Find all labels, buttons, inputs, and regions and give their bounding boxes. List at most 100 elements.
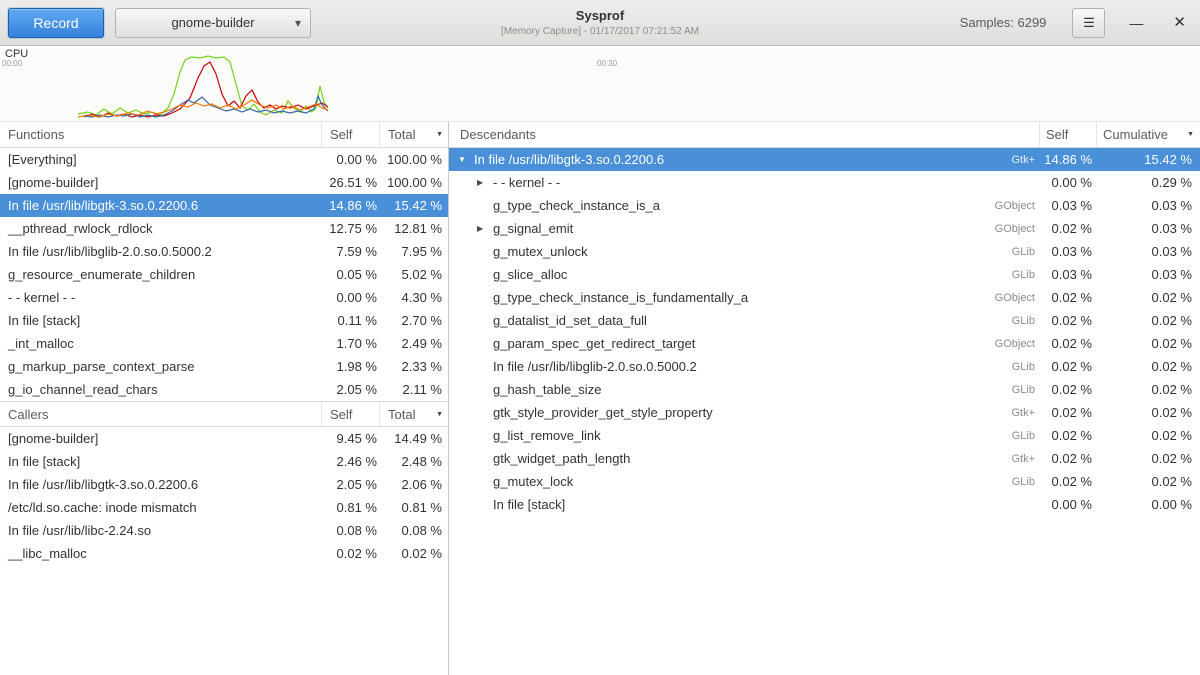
- cumulative-value: 0.03 %: [1097, 244, 1200, 259]
- caller-name: [gnome-builder]: [0, 431, 322, 446]
- table-row[interactable]: __pthread_rwlock_rdlock 12.75 % 12.81 %: [0, 217, 448, 240]
- table-row[interactable]: g_mutex_lock GLib 0.02 % 0.02 %: [449, 470, 1200, 493]
- cumulative-value: 0.02 %: [1097, 313, 1200, 328]
- total-value: 0.08 %: [380, 523, 448, 538]
- table-row-selected[interactable]: In file /usr/lib/libgtk-3.so.0.2200.6 14…: [0, 194, 448, 217]
- cumulative-value: 0.02 %: [1097, 336, 1200, 351]
- cumulative-value: 0.02 %: [1097, 451, 1200, 466]
- table-row[interactable]: g_datalist_id_set_data_full GLib 0.02 % …: [449, 309, 1200, 332]
- cumulative-value: 0.02 %: [1097, 382, 1200, 397]
- column-header-functions[interactable]: Functions: [0, 122, 322, 147]
- column-header-self[interactable]: Self: [322, 122, 380, 147]
- library-label: GLib: [1012, 430, 1040, 442]
- table-row[interactable]: __libc_malloc 0.02 % 0.02 %: [0, 542, 448, 565]
- function-name: _int_malloc: [0, 336, 322, 351]
- column-header-cumulative-label: Cumulative: [1103, 127, 1168, 142]
- cpu-timeline[interactable]: CPU 00:00 00:30: [0, 46, 1200, 122]
- library-label: GLib: [1012, 246, 1040, 258]
- table-row[interactable]: ▶ - - kernel - - 0.00 % 0.29 %: [449, 171, 1200, 194]
- table-row[interactable]: [gnome-builder] 9.45 % 14.49 %: [0, 427, 448, 450]
- expander-expanded-icon[interactable]: ▼: [458, 155, 474, 164]
- column-header-total[interactable]: Total ▼: [380, 402, 448, 426]
- table-row[interactable]: In file /usr/lib/libglib-2.0.so.0.5000.2…: [449, 355, 1200, 378]
- table-row[interactable]: g_resource_enumerate_children 0.05 % 5.0…: [0, 263, 448, 286]
- expander-collapsed-icon[interactable]: ▶: [477, 224, 493, 233]
- close-button[interactable]: ✕: [1173, 15, 1186, 30]
- table-row[interactable]: g_list_remove_link GLib 0.02 % 0.02 %: [449, 424, 1200, 447]
- cumulative-value: 0.00 %: [1097, 497, 1200, 512]
- hamburger-icon: ☰: [1083, 15, 1095, 31]
- self-value: 2.46 %: [322, 454, 380, 469]
- column-header-descendants[interactable]: Descendants: [449, 122, 1040, 147]
- function-name: In file /usr/lib/libgtk-3.so.0.2200.6: [474, 152, 664, 167]
- total-value: 2.33 %: [380, 359, 448, 374]
- table-row[interactable]: g_markup_parse_context_parse 1.98 % 2.33…: [0, 355, 448, 378]
- function-name: - - kernel - -: [493, 175, 560, 190]
- self-value: 0.11 %: [322, 313, 380, 328]
- table-row[interactable]: In file [stack] 2.46 % 2.48 %: [0, 450, 448, 473]
- column-header-total[interactable]: Total ▼: [380, 122, 448, 147]
- minimize-button[interactable]: —: [1129, 16, 1143, 30]
- column-header-self[interactable]: Self: [1040, 122, 1097, 147]
- self-value: 0.00 %: [1040, 497, 1097, 512]
- function-name: g_resource_enumerate_children: [0, 267, 322, 282]
- total-value: 14.49 %: [380, 431, 448, 446]
- table-row[interactable]: g_mutex_unlock GLib 0.03 % 0.03 %: [449, 240, 1200, 263]
- self-value: 0.02 %: [1040, 451, 1097, 466]
- table-row[interactable]: [Everything] 0.00 % 100.00 %: [0, 148, 448, 171]
- self-value: 0.02 %: [1040, 359, 1097, 374]
- table-row[interactable]: In file [stack] 0.00 % 0.00 %: [449, 493, 1200, 516]
- table-row[interactable]: In file /usr/lib/libc-2.24.so 0.08 % 0.0…: [0, 519, 448, 542]
- menu-button[interactable]: ☰: [1072, 8, 1105, 38]
- sort-indicator-icon: ▼: [436, 131, 443, 138]
- total-value: 4.30 %: [380, 290, 448, 305]
- cumulative-value: 15.42 %: [1097, 152, 1200, 167]
- cumulative-value: 0.02 %: [1097, 428, 1200, 443]
- function-name: [Everything]: [0, 152, 322, 167]
- table-row[interactable]: - - kernel - - 0.00 % 4.30 %: [0, 286, 448, 309]
- profile-selector-dropdown[interactable]: gnome-builder ▾: [115, 8, 311, 38]
- table-row[interactable]: In file /usr/lib/libgtk-3.so.0.2200.6 2.…: [0, 473, 448, 496]
- cpu-graph-canvas[interactable]: [0, 46, 1200, 122]
- table-row[interactable]: g_io_channel_read_chars 2.05 % 2.11 %: [0, 378, 448, 401]
- expander-collapsed-icon[interactable]: ▶: [477, 178, 493, 187]
- self-value: 0.03 %: [1040, 267, 1097, 282]
- self-value: 2.05 %: [322, 477, 380, 492]
- function-name: In file /usr/lib/libglib-2.0.so.0.5000.2: [0, 244, 322, 259]
- library-label: GLib: [1012, 384, 1040, 396]
- table-row[interactable]: g_param_spec_get_redirect_target GObject…: [449, 332, 1200, 355]
- cpu-line-orange: [78, 100, 328, 117]
- function-name: gtk_widget_path_length: [493, 451, 630, 466]
- table-row-selected[interactable]: ▼ In file /usr/lib/libgtk-3.so.0.2200.6 …: [449, 148, 1200, 171]
- column-header-callers[interactable]: Callers: [0, 402, 322, 426]
- table-row[interactable]: In file /usr/lib/libglib-2.0.so.0.5000.2…: [0, 240, 448, 263]
- table-row[interactable]: [gnome-builder] 26.51 % 100.00 %: [0, 171, 448, 194]
- library-label: Gtk+: [1011, 453, 1040, 465]
- function-name: __pthread_rwlock_rdlock: [0, 221, 322, 236]
- table-row[interactable]: _int_malloc 1.70 % 2.49 %: [0, 332, 448, 355]
- table-row[interactable]: /etc/ld.so.cache: inode mismatch 0.81 % …: [0, 496, 448, 519]
- total-value: 15.42 %: [380, 198, 448, 213]
- column-header-cumulative[interactable]: Cumulative ▼: [1097, 122, 1200, 147]
- functions-panel: Functions Self Total ▼ [Everything] 0.00…: [0, 122, 448, 401]
- function-name: gtk_style_provider_get_style_property: [493, 405, 713, 420]
- time-tick-mid: 00:30: [597, 59, 617, 68]
- table-row[interactable]: g_hash_table_size GLib 0.02 % 0.02 %: [449, 378, 1200, 401]
- library-label: GLib: [1012, 361, 1040, 373]
- total-value: 5.02 %: [380, 267, 448, 282]
- table-row[interactable]: g_slice_alloc GLib 0.03 % 0.03 %: [449, 263, 1200, 286]
- column-header-self[interactable]: Self: [322, 402, 380, 426]
- table-row[interactable]: g_type_check_instance_is_fundamentally_a…: [449, 286, 1200, 309]
- table-row[interactable]: g_type_check_instance_is_a GObject 0.03 …: [449, 194, 1200, 217]
- table-row[interactable]: ▶ g_signal_emit GObject 0.02 % 0.03 %: [449, 217, 1200, 240]
- table-row[interactable]: gtk_style_provider_get_style_property Gt…: [449, 401, 1200, 424]
- cumulative-value: 0.02 %: [1097, 290, 1200, 305]
- table-row[interactable]: In file [stack] 0.11 % 2.70 %: [0, 309, 448, 332]
- sort-indicator-icon: ▼: [1187, 131, 1194, 138]
- record-button[interactable]: Record: [8, 8, 104, 38]
- total-value: 0.81 %: [380, 500, 448, 515]
- self-value: 0.81 %: [322, 500, 380, 515]
- profile-selector-label: gnome-builder: [171, 15, 254, 30]
- function-name: g_mutex_unlock: [493, 244, 588, 259]
- table-row[interactable]: gtk_widget_path_length Gtk+ 0.02 % 0.02 …: [449, 447, 1200, 470]
